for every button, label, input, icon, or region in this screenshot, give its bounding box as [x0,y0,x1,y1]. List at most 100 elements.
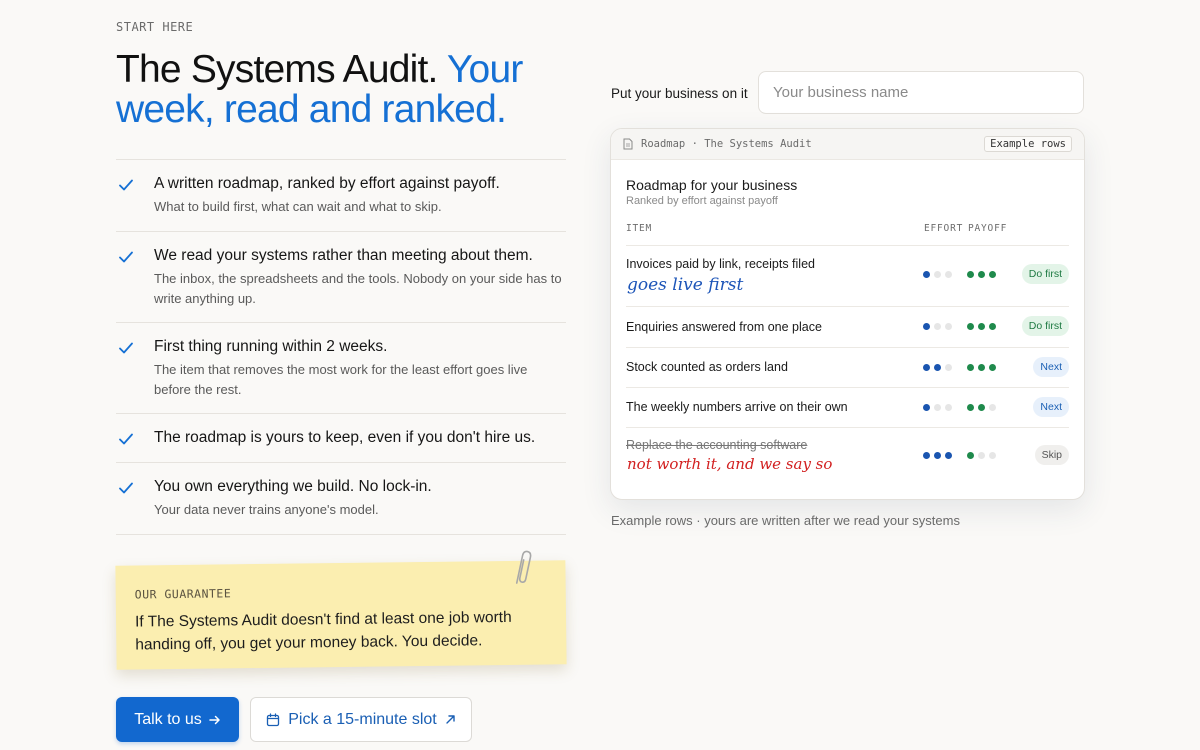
effort-rating [923,271,952,278]
empty-dot [934,404,941,411]
feature-title: First thing running within 2 weeks. [154,338,388,355]
feature-list: A written roadmap, ranked by effort agai… [116,159,566,535]
check-icon [119,482,133,494]
priority-badge: Do first [1021,316,1069,336]
calendar-icon [267,712,280,726]
feature-item: First thing running within 2 weeks. The … [116,323,566,414]
paperclip-icon [515,550,532,584]
empty-dot [934,271,941,278]
filled-dot [934,364,941,371]
empty-dot [934,323,941,330]
filled-dot [967,452,974,459]
feature-title: A written roadmap, ranked by effort agai… [154,175,500,192]
column-header-payoff: PAYOFF [968,223,1008,234]
filled-dot [989,271,996,278]
feature-item: We read your systems rather than meeting… [116,232,566,323]
feature-item: The roadmap is yours to keep, even if yo… [116,414,566,463]
roadmap-item-label: The weekly numbers arrive on their own [626,400,848,414]
filled-dot [967,404,974,411]
filled-dot [923,271,930,278]
roadmap-row: The weekly numbers arrive on their own Ne… [626,387,1069,427]
empty-dot [945,364,952,371]
roadmap-item-label: Replace the accounting software [626,438,808,452]
filled-dot [978,271,985,278]
filled-dot [989,323,996,330]
document-icon [623,138,633,150]
roadmap-item-label: Enquiries answered from one place [626,320,822,334]
external-arrow-icon [446,715,455,724]
filled-dot [978,404,985,411]
payoff-rating [967,323,996,330]
business-name-input[interactable] [758,71,1084,114]
page-title: The Systems Audit. Your week, read and r… [116,50,586,130]
filled-dot [978,323,985,330]
roadmap-row: Replace the accounting software not worth… [626,427,1069,487]
card-subtitle: Ranked by effort against payoff [626,195,778,207]
filled-dot [967,323,974,330]
card-header-bar: Roadmap · The Systems Audit Example rows [611,129,1084,160]
check-icon [119,433,133,445]
guarantee-text: If The Systems Audit doesn't find at lea… [134,608,512,654]
filled-dot [967,364,974,371]
roadmap-item-label: Stock counted as orders land [626,360,788,374]
headline-main: The Systems Audit. [116,48,438,91]
talk-to-us-button[interactable]: Talk to us [116,697,239,742]
handwritten-note: not worth it, and we say so [627,455,833,473]
effort-rating [923,364,952,371]
filled-dot [923,364,930,371]
breadcrumb: Roadmap · The Systems Audit [641,138,812,150]
handwritten-note: goes live first [627,275,744,295]
check-icon [119,342,133,354]
filled-dot [923,323,930,330]
feature-item: A written roadmap, ranked by effort agai… [116,160,566,232]
empty-dot [978,452,985,459]
filled-dot [923,404,930,411]
empty-dot [945,404,952,411]
empty-dot [989,452,996,459]
filled-dot [934,452,941,459]
feature-title: You own everything we build. No lock-in. [154,478,432,495]
filled-dot [923,452,930,459]
payoff-rating [967,404,996,411]
payoff-rating [967,452,996,459]
payoff-rating [967,271,996,278]
arrow-right-icon [209,715,220,724]
filled-dot [967,271,974,278]
feature-desc: The item that removes the most work for … [154,362,528,397]
check-icon [119,179,133,191]
talk-to-us-label: Talk to us [134,710,202,728]
payoff-rating [967,364,996,371]
roadmap-row: Stock counted as orders land Next [626,347,1069,387]
feature-title: We read your systems rather than meeting… [154,247,533,264]
empty-dot [945,323,952,330]
priority-badge: Next [1033,397,1069,417]
filled-dot [989,364,996,371]
card-title: Roadmap for your business [626,177,798,193]
pick-slot-label: Pick a 15-minute slot [288,710,437,728]
roadmap-row: Invoices paid by link, receipts filed goe… [626,245,1069,306]
pick-slot-button[interactable]: Pick a 15-minute slot [250,697,472,742]
roadmap-row: Enquiries answered from one place Do firs… [626,306,1069,347]
example-rows-badge: Example rows [984,136,1072,152]
roadmap-item-label: Invoices paid by link, receipts filed [626,257,815,271]
feature-title: The roadmap is yours to keep, even if yo… [154,429,536,446]
card-caption: Example rows · yours are written after w… [611,513,960,528]
priority-badge: Next [1033,357,1069,377]
effort-rating [923,323,952,330]
feature-desc: The inbox, the spreadsheets and the tool… [154,271,562,306]
effort-rating [923,452,952,459]
roadmap-card: Roadmap · The Systems Audit Example rows… [610,128,1085,500]
priority-badge: Skip [1034,445,1069,465]
feature-item: You own everything we build. No lock-in.… [116,463,566,535]
empty-dot [989,404,996,411]
priority-badge: Do first [1021,264,1069,284]
feature-desc: What to build first, what can wait and w… [154,199,442,214]
empty-dot [945,271,952,278]
column-header-effort: EFFORT [924,223,964,234]
feature-desc: Your data never trains anyone's model. [154,502,379,517]
check-icon [119,251,133,263]
guarantee-label: OUR GUARANTEE [134,586,232,602]
filled-dot [978,364,985,371]
guarantee-note: OUR GUARANTEE If The Systems Audit doesn… [115,560,567,670]
business-name-label: Put your business on it [611,86,748,101]
